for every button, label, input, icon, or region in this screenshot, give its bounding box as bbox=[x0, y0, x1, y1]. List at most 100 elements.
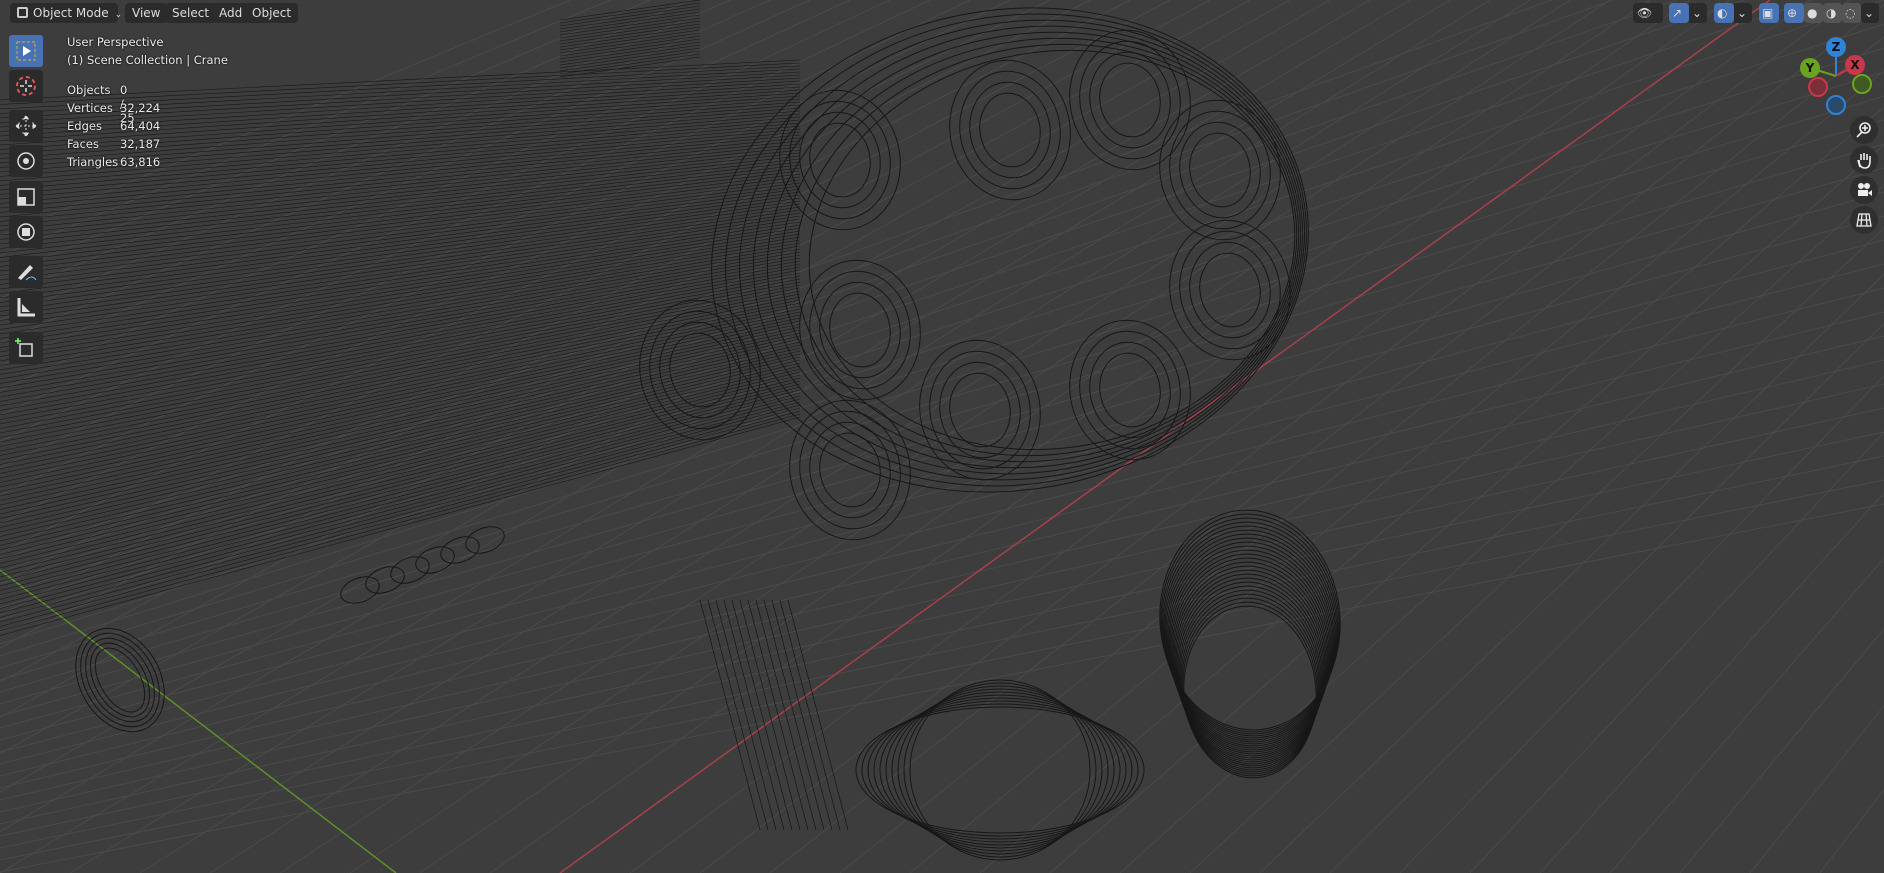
wire-edge bbox=[0, 359, 801, 551]
stat-label: Edges bbox=[67, 119, 102, 133]
wire-edge bbox=[559, 14, 701, 36]
stat-value: 32,224 bbox=[120, 101, 161, 115]
wire-edge bbox=[0, 188, 801, 294]
gizmo-dropdown[interactable]: ⌄ bbox=[1689, 3, 1707, 23]
tool-annotate[interactable] bbox=[9, 256, 43, 288]
wire-edge bbox=[559, 53, 701, 75]
wire-loop bbox=[1099, 62, 1161, 138]
gizmo-icon: ↗ bbox=[1672, 6, 1683, 20]
grid-line bbox=[0, 503, 1884, 873]
tool-add-cube[interactable] bbox=[9, 332, 43, 364]
tool-cursor[interactable] bbox=[9, 70, 43, 102]
wire-loop bbox=[1179, 589, 1321, 771]
wire-edge bbox=[723, 599, 785, 831]
x-axis-line bbox=[559, 0, 1771, 873]
grid-line bbox=[0, 335, 1884, 789]
grid-line bbox=[1259, 274, 1884, 873]
stat-label: Objects bbox=[67, 83, 111, 97]
wire-loop bbox=[929, 350, 1031, 470]
wire-edge bbox=[559, 32, 701, 54]
stat-vertices: Vertices 32,224 bbox=[67, 101, 160, 115]
grid-line bbox=[0, 0, 1552, 561]
eye-icon: 👁 bbox=[1637, 6, 1653, 20]
camera-view-button[interactable] bbox=[1850, 176, 1878, 204]
xray-toggle[interactable]: ▣ bbox=[1759, 3, 1779, 23]
chevron-down-icon: ⌄ bbox=[1692, 6, 1703, 20]
wire-edge bbox=[559, 50, 701, 72]
wire-edge bbox=[787, 599, 849, 831]
stat-faces: Faces 32,187 bbox=[67, 137, 160, 151]
collection-name: (1) Scene Collection | Crane bbox=[67, 53, 228, 67]
wire-edge bbox=[0, 197, 801, 308]
pan-view-button[interactable] bbox=[1850, 146, 1878, 174]
stat-triangles: Triangles 63,816 bbox=[67, 155, 160, 169]
grid-line bbox=[0, 0, 1884, 621]
gizmo-y-axis[interactable]: Y bbox=[1800, 58, 1820, 78]
zoom-icon bbox=[1856, 122, 1871, 138]
gizmo-x-axis[interactable]: X bbox=[1845, 55, 1865, 75]
gizmo-neg-y-axis[interactable] bbox=[1852, 74, 1872, 94]
grid-line bbox=[0, 431, 1884, 837]
menu-select[interactable]: Select bbox=[165, 3, 217, 23]
shading-solid[interactable]: ● bbox=[1804, 3, 1823, 23]
grid-line bbox=[1539, 492, 1884, 873]
wire-edge bbox=[0, 410, 801, 627]
tool-move[interactable] bbox=[9, 110, 43, 142]
wire-edge bbox=[779, 599, 841, 831]
gizmo-neg-z-axis[interactable] bbox=[1826, 95, 1846, 115]
tool-scale[interactable] bbox=[9, 181, 43, 213]
wire-edge bbox=[559, 2, 701, 24]
hand-icon bbox=[1857, 153, 1871, 169]
shading-material[interactable]: ◑ bbox=[1823, 3, 1842, 23]
wire-edge bbox=[0, 413, 801, 632]
tool-select-box[interactable] bbox=[9, 35, 43, 67]
grid-line bbox=[1119, 185, 1884, 873]
wire-edge bbox=[0, 212, 801, 330]
rotate-icon bbox=[17, 152, 35, 170]
wire-edge bbox=[0, 155, 801, 245]
tool-transform[interactable] bbox=[9, 216, 43, 248]
stat-value: 32,187 bbox=[120, 137, 161, 151]
menu-object[interactable]: Object bbox=[245, 3, 299, 23]
wire-edge bbox=[0, 161, 801, 254]
shading-dropdown[interactable]: ⌄ bbox=[1861, 3, 1879, 23]
wire-edge bbox=[0, 380, 801, 582]
grid-line bbox=[1819, 789, 1884, 873]
chevron-down-icon: ⌄ bbox=[1864, 6, 1875, 20]
overlays-toggle[interactable]: ◐ bbox=[1714, 3, 1734, 23]
shading-wireframe[interactable]: ⊕ bbox=[1784, 3, 1804, 23]
wire-edge bbox=[0, 251, 801, 389]
grid-line bbox=[0, 287, 1884, 765]
zoom-view-button[interactable] bbox=[1850, 116, 1878, 144]
tool-rotate[interactable] bbox=[9, 145, 43, 177]
3d-viewport[interactable] bbox=[0, 0, 1884, 873]
gizmo-z-axis[interactable]: Z bbox=[1826, 37, 1846, 57]
add-cube-icon bbox=[15, 338, 33, 357]
stat-value: 63,816 bbox=[120, 155, 161, 169]
select-box-icon bbox=[16, 41, 36, 61]
gizmo-toggle[interactable]: ↗ bbox=[1669, 3, 1689, 23]
tool-measure[interactable] bbox=[9, 291, 43, 323]
chevron-down-icon: ⌄ bbox=[114, 10, 123, 20]
stat-objects: Objects 0 / 25 bbox=[67, 83, 135, 125]
grid-line bbox=[0, 359, 1884, 801]
wire-edge bbox=[0, 140, 801, 222]
selectability-visibility-button[interactable]: 👁 bbox=[1633, 3, 1663, 23]
wire-edge bbox=[559, 47, 701, 69]
grid-line bbox=[1609, 557, 1884, 873]
wire-edge bbox=[559, 38, 701, 60]
wire-edge bbox=[0, 167, 801, 263]
annotate-icon bbox=[18, 265, 37, 281]
menu-add[interactable]: Add bbox=[212, 3, 250, 23]
wire-edge bbox=[699, 599, 761, 831]
grid-line bbox=[979, 106, 1884, 873]
menu-view[interactable]: View bbox=[125, 3, 168, 23]
shading-rendered[interactable]: ◌ bbox=[1842, 3, 1861, 23]
grid-line bbox=[349, 0, 1651, 873]
ortho-toggle-button[interactable] bbox=[1850, 206, 1878, 234]
gizmo-neg-x-axis[interactable] bbox=[1808, 77, 1828, 97]
mode-dropdown[interactable]: Object Mode ⌄ bbox=[10, 3, 122, 23]
wire-edge bbox=[0, 242, 801, 375]
overlays-dropdown[interactable]: ⌄ bbox=[1734, 3, 1752, 23]
wire-edge bbox=[0, 326, 801, 501]
